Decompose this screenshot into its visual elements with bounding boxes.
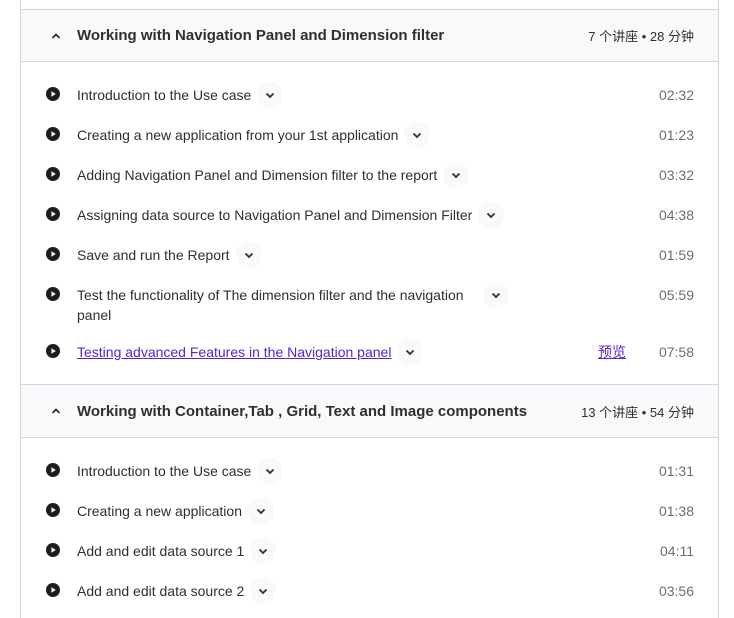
play-circle-icon bbox=[46, 247, 60, 261]
lecture-list: Introduction to the Use case 02:32 Creat… bbox=[21, 62, 718, 384]
chevron-down-icon[interactable] bbox=[250, 578, 277, 604]
curriculum-section: Working with Container,Tab , Grid, Text … bbox=[21, 385, 718, 618]
lecture-duration: 01:59 bbox=[658, 247, 694, 263]
play-circle-icon bbox=[46, 127, 60, 141]
chevron-down-icon[interactable] bbox=[235, 242, 262, 268]
lecture-title: Creating a new application from your 1st… bbox=[77, 127, 399, 143]
chevron-down-icon[interactable] bbox=[404, 122, 431, 148]
play-circle-icon bbox=[46, 503, 60, 517]
lecture-item[interactable]: Creating a new application 01:38 bbox=[21, 491, 718, 531]
curriculum-section: Working with Navigation Panel and Dimens… bbox=[21, 9, 718, 385]
lecture-item[interactable]: Add and edit data source 2 03:56 bbox=[21, 571, 718, 611]
lecture-duration: 05:59 bbox=[658, 287, 694, 303]
lecture-title: Save and run the Report bbox=[77, 247, 230, 263]
play-circle-icon bbox=[46, 287, 60, 301]
lecture-duration: 02:32 bbox=[658, 87, 694, 103]
lecture-item[interactable]: Introduction to the Use case 01:31 bbox=[21, 451, 718, 491]
lecture-title: Test the functionality of The dimension … bbox=[77, 287, 464, 323]
chevron-down-icon[interactable] bbox=[483, 282, 509, 308]
chevron-down-icon[interactable] bbox=[478, 202, 505, 228]
lecture-title: Add and edit data source 2 bbox=[77, 583, 245, 599]
lecture-duration: 04:38 bbox=[658, 207, 694, 223]
lecture-duration: 03:32 bbox=[658, 167, 694, 183]
lecture-item[interactable]: Testing advanced Features in the Navigat… bbox=[21, 332, 718, 372]
section-header[interactable]: Working with Container,Tab , Grid, Text … bbox=[21, 385, 718, 438]
lecture-item[interactable]: Save and run the Report 01:59 bbox=[21, 235, 718, 275]
section-meta: 13 个讲座 • 54 分钟 bbox=[581, 404, 694, 420]
section-header[interactable]: Working with Navigation Panel and Dimens… bbox=[21, 9, 718, 62]
play-circle-icon bbox=[46, 463, 60, 477]
lecture-item[interactable]: Creating a new application from your 1st… bbox=[21, 115, 718, 155]
preview-link[interactable]: 预览 bbox=[598, 342, 626, 362]
curriculum-panel: Working with Navigation Panel and Dimens… bbox=[20, 0, 719, 618]
chevron-down-icon[interactable] bbox=[397, 339, 424, 365]
play-circle-icon bbox=[46, 543, 60, 557]
section-title: Working with Navigation Panel and Dimens… bbox=[77, 27, 445, 44]
lecture-item[interactable]: Test the functionality of The dimension … bbox=[21, 275, 718, 332]
lecture-duration: 04:11 bbox=[660, 543, 694, 559]
chevron-down-icon[interactable] bbox=[250, 538, 277, 564]
lecture-item[interactable]: Adding Navigation Panel and Dimension fi… bbox=[21, 155, 718, 195]
lecture-title: Adding Navigation Panel and Dimension fi… bbox=[77, 167, 438, 183]
lecture-title: Introduction to the Use case bbox=[77, 463, 252, 479]
lecture-title: Creating a new application bbox=[77, 503, 242, 519]
chevron-down-icon[interactable] bbox=[257, 458, 284, 484]
lecture-title-link[interactable]: Testing advanced Features in the Navigat… bbox=[77, 339, 391, 362]
chevron-up-icon bbox=[49, 404, 63, 418]
chevron-down-icon[interactable] bbox=[443, 162, 470, 188]
chevron-up-icon bbox=[49, 29, 63, 43]
chevron-down-icon[interactable] bbox=[248, 498, 274, 524]
lecture-title: Add and edit data source 1 bbox=[77, 543, 245, 559]
section-meta: 7 个讲座 • 28 分钟 bbox=[588, 29, 694, 44]
lecture-duration: 01:38 bbox=[658, 503, 694, 519]
lecture-duration: 03:56 bbox=[658, 583, 694, 599]
lecture-title: Introduction to the Use case bbox=[77, 87, 252, 103]
chevron-down-icon[interactable] bbox=[257, 82, 284, 108]
lecture-item[interactable]: Add and edit data source 1 04:11 bbox=[21, 531, 718, 571]
section-title: Working with Container,Tab , Grid, Text … bbox=[77, 402, 528, 420]
lecture-title: Assigning data source to Navigation Pane… bbox=[77, 207, 473, 223]
lecture-item[interactable]: Assigning data source to Navigation Pane… bbox=[21, 195, 718, 235]
play-circle-icon bbox=[46, 167, 60, 181]
play-circle-icon bbox=[46, 207, 60, 221]
lecture-duration: 01:31 bbox=[658, 463, 694, 479]
lecture-duration: 01:23 bbox=[658, 127, 694, 143]
lecture-duration: 07:58 bbox=[658, 344, 694, 360]
play-circle-icon bbox=[46, 344, 60, 358]
play-circle-icon bbox=[46, 87, 60, 101]
lecture-list: Introduction to the Use case 01:31 Creat… bbox=[21, 438, 718, 618]
play-circle-icon bbox=[46, 583, 60, 597]
lecture-item[interactable]: Introduction to the Use case 02:32 bbox=[21, 75, 718, 115]
